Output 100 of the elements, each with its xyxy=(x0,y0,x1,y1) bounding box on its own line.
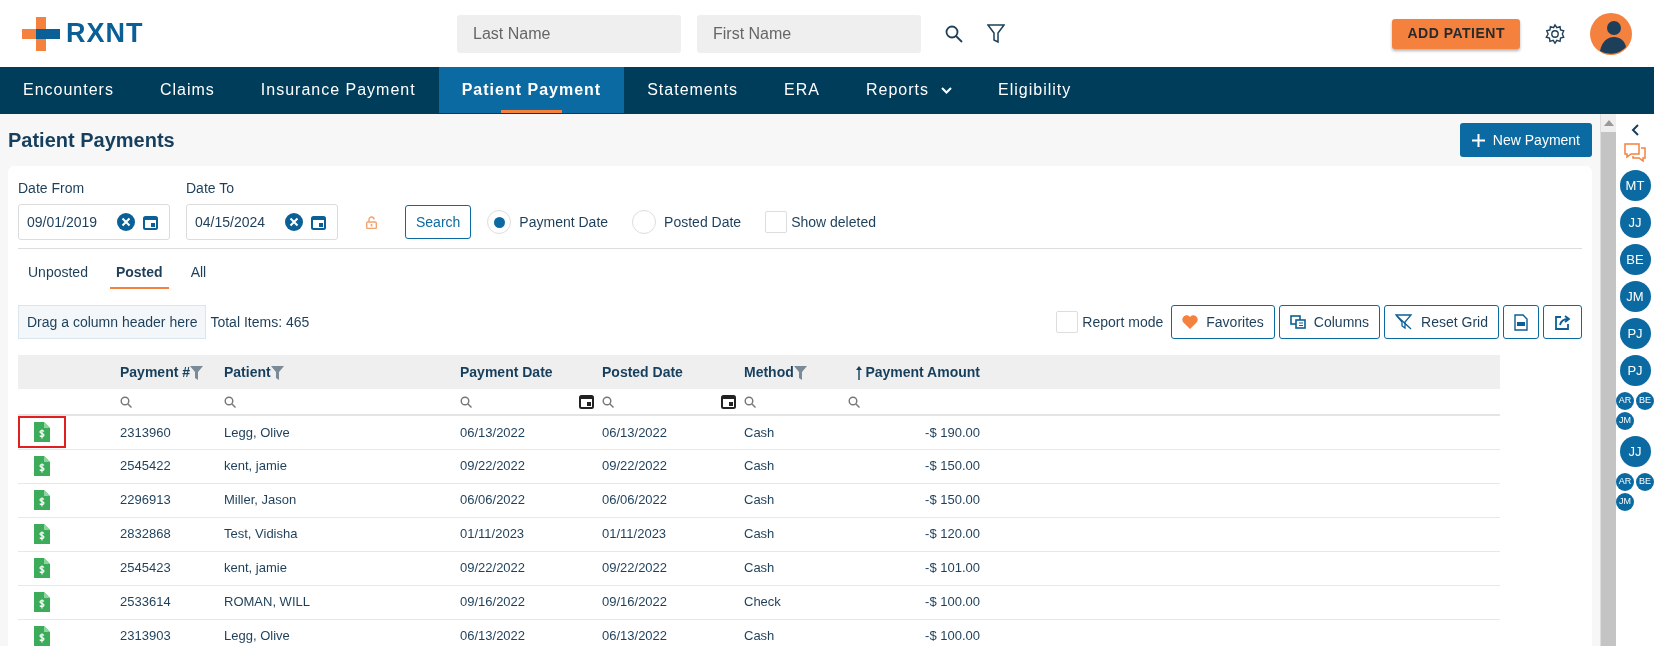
table-cell: 06/06/2022 xyxy=(456,483,598,517)
calendar-icon[interactable] xyxy=(311,214,326,230)
pdf-button[interactable] xyxy=(1503,305,1539,339)
table-cell: kent, jamie xyxy=(220,551,456,585)
avatar[interactable]: JM xyxy=(1619,281,1651,312)
table-cell: Cash xyxy=(740,551,844,585)
payment-document-icon[interactable] xyxy=(34,558,50,578)
group-drop-zone: Drag a column header here xyxy=(18,305,207,339)
status-tab[interactable]: Posted xyxy=(109,257,169,289)
table-cell: -$ 120.00 xyxy=(844,517,984,551)
column-header[interactable]: Payment Date xyxy=(456,355,598,389)
avatar[interactable]: BE xyxy=(1636,392,1654,410)
status-tab[interactable]: All xyxy=(184,257,213,289)
nav-tab[interactable]: Eligibility xyxy=(975,67,1095,113)
filter-search-icon[interactable] xyxy=(848,395,860,408)
filter-search-icon[interactable] xyxy=(460,395,472,408)
date-picker[interactable]: 04/15/2024 xyxy=(186,204,338,240)
nav-tab[interactable]: Reports xyxy=(843,67,976,113)
avatar[interactable]: MT xyxy=(1619,170,1651,201)
chat-icon[interactable] xyxy=(1623,142,1647,164)
nav-tab[interactable]: Encounters xyxy=(0,67,137,113)
table-cell: -$ 190.00 xyxy=(844,415,984,449)
avatar[interactable]: JJ xyxy=(1619,207,1651,238)
status-tab[interactable]: Unposted xyxy=(22,257,94,289)
field-label: Date From xyxy=(18,179,86,198)
field-label: Date To xyxy=(186,179,235,198)
scrollbar[interactable] xyxy=(1600,114,1616,646)
avatar[interactable]: JM xyxy=(1616,493,1634,511)
avatar[interactable]: AR xyxy=(1616,392,1634,410)
clear-icon[interactable] xyxy=(285,213,303,231)
table-cell: kent, jamie xyxy=(220,449,456,483)
filter-search-icon[interactable] xyxy=(120,395,132,408)
add-patient-button[interactable]: ADD PATIENT xyxy=(1392,18,1520,49)
table-cell: 2296913 xyxy=(116,483,220,517)
sort-arrow-icon[interactable] xyxy=(855,365,862,380)
table-cell: Cash xyxy=(740,619,844,646)
nav-tab[interactable]: Statements xyxy=(624,67,762,113)
table-cell: 06/13/2022 xyxy=(456,619,598,646)
search-button[interactable]: Search xyxy=(405,205,472,239)
column-header[interactable]: Payment # xyxy=(116,355,220,389)
payment-document-icon[interactable] xyxy=(34,490,50,510)
avatar[interactable]: BE xyxy=(1619,244,1651,275)
calendar-icon[interactable] xyxy=(579,394,594,409)
avatar[interactable]: JJ xyxy=(1619,436,1651,467)
columns-button[interactable]: Columns xyxy=(1278,305,1381,339)
filter-search-icon[interactable] xyxy=(602,395,614,408)
table-cell: Legg, Olive xyxy=(220,619,456,646)
column-header[interactable]: Method xyxy=(740,355,844,389)
table-cell: 09/22/2022 xyxy=(456,551,598,585)
radio-label: Payment Date xyxy=(519,212,609,232)
column-header[interactable]: Patient xyxy=(220,355,456,389)
settings-icon[interactable] xyxy=(1544,22,1566,45)
calendar-icon[interactable] xyxy=(143,214,158,230)
date-picker[interactable]: 09/01/2019 xyxy=(18,204,170,240)
avatar[interactable]: JM xyxy=(1616,412,1634,430)
table-cell: 09/22/2022 xyxy=(456,449,598,483)
payment-document-icon[interactable] xyxy=(34,456,50,476)
heart-icon xyxy=(1182,315,1199,329)
table-cell: Miller, Jason xyxy=(220,483,456,517)
table-cell: 06/13/2022 xyxy=(456,415,598,449)
new-payment-button[interactable]: New Payment xyxy=(1459,123,1592,157)
table-cell: 2545422 xyxy=(116,449,220,483)
payment-document-icon[interactable] xyxy=(34,422,50,443)
nav-tab[interactable]: Claims xyxy=(136,67,238,113)
checkbox[interactable] xyxy=(765,211,788,233)
name-search-field[interactable]: First Name xyxy=(697,14,921,53)
collapse-icon[interactable] xyxy=(1631,124,1639,136)
checkbox-label: Report mode xyxy=(1082,312,1164,332)
nav-tab[interactable]: Insurance Payment xyxy=(237,67,439,113)
avatar[interactable]: PJ xyxy=(1619,318,1651,349)
payment-document-icon[interactable] xyxy=(34,592,50,612)
avatar[interactable]: AR xyxy=(1616,473,1634,491)
total-items: Total Items: 465 xyxy=(210,312,310,332)
checkbox[interactable] xyxy=(1056,311,1079,333)
clear-icon[interactable] xyxy=(117,213,135,231)
table-cell: -$ 101.00 xyxy=(844,551,984,585)
filter-search-icon[interactable] xyxy=(744,395,756,408)
avatar[interactable]: PJ xyxy=(1619,355,1651,386)
payment-document-icon[interactable] xyxy=(34,524,50,544)
filter-search-icon[interactable] xyxy=(224,395,236,408)
table-cell: 2832868 xyxy=(116,517,220,551)
table-cell: Cash xyxy=(740,517,844,551)
scroll-up-icon[interactable] xyxy=(1603,120,1614,126)
column-header[interactable]: Posted Date xyxy=(598,355,740,389)
avatar-icon[interactable] xyxy=(1590,12,1632,55)
table-cell: 01/11/2023 xyxy=(456,517,598,551)
filter-icon[interactable] xyxy=(987,23,1005,44)
table-cell: -$ 100.00 xyxy=(844,585,984,619)
search-icon[interactable] xyxy=(945,24,963,43)
calendar-icon[interactable] xyxy=(721,394,736,409)
favorites-button[interactable]: Favorites xyxy=(1171,305,1275,339)
name-search-field[interactable]: Last Name xyxy=(457,14,681,53)
nav-tab[interactable]: ERA xyxy=(761,67,843,113)
payment-document-icon[interactable] xyxy=(34,626,50,646)
avatar[interactable]: BE xyxy=(1636,473,1654,491)
nav-tab[interactable]: Patient Payment xyxy=(438,67,625,113)
reset-grid-button[interactable]: Reset Grid xyxy=(1384,305,1499,339)
export-button[interactable] xyxy=(1543,305,1582,339)
column-header[interactable]: Payment Amount xyxy=(844,355,984,389)
table-cell: 06/06/2022 xyxy=(598,483,740,517)
